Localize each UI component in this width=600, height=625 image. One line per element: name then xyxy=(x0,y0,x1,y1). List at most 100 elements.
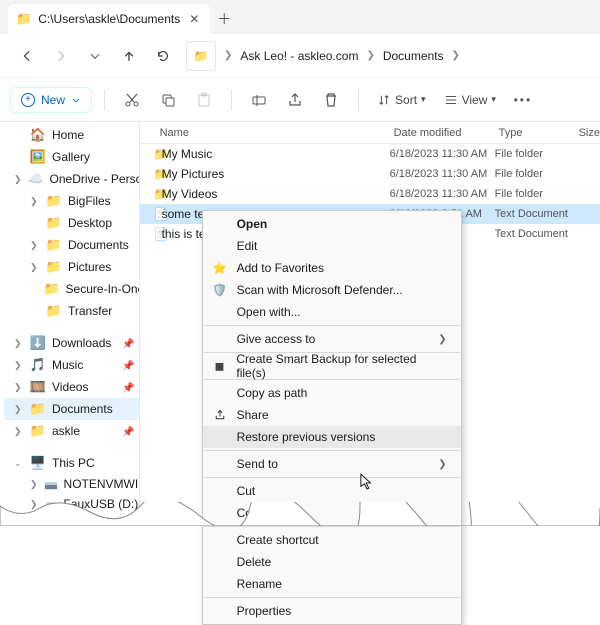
sidebar-item-label: Secure-In-OneDrive xyxy=(66,282,140,296)
sidebar-item[interactable]: ❯ 📁 Documents xyxy=(4,234,139,256)
column-name[interactable]: Name xyxy=(140,127,390,139)
cut-button[interactable] xyxy=(117,85,147,115)
sidebar-item[interactable]: ❯ 📁 Pictures xyxy=(4,256,139,278)
new-tab-button[interactable]: ＋ xyxy=(210,4,238,34)
breadcrumb-segment[interactable]: Documents xyxy=(381,45,446,67)
sidebar-item[interactable]: ❯ ⬇️ Downloads 📌 xyxy=(4,332,139,354)
chevron-right-icon: ❯ xyxy=(30,262,40,273)
sidebar-item-label: Music xyxy=(52,358,83,372)
delete-button[interactable] xyxy=(316,85,346,115)
context-menu-item[interactable]: Edit xyxy=(203,235,461,257)
chevron-right-icon: ❯ xyxy=(14,360,24,371)
sidebar-item[interactable]: ❯ FauxUSB (D:) xyxy=(4,494,139,514)
chevron-right-icon: ❯ xyxy=(30,196,40,207)
sidebar-item[interactable]: ❯ 📁 Desktop xyxy=(4,212,139,234)
context-menu-label: Cut xyxy=(237,484,256,498)
context-menu-item[interactable]: Copy as path xyxy=(203,382,461,404)
sidebar-item-label: NOTENVMWIN11P02 (C:) xyxy=(64,477,140,491)
chevron-down-icon: ⌄ xyxy=(14,458,24,469)
share-button[interactable] xyxy=(280,85,310,115)
context-menu-label: Properties xyxy=(237,604,292,618)
navigation-pane[interactable]: ❯ 🏠 Home ❯ 🖼️ Gallery ❯ ☁️ OneDrive - Pe… xyxy=(0,122,140,518)
table-row[interactable]: 📁 My Music 6/18/2023 11:30 AM File folde… xyxy=(140,144,600,164)
context-menu-label: Edit xyxy=(237,239,258,253)
breadcrumb-segment[interactable]: Ask Leo! - askleo.com xyxy=(238,45,360,67)
refresh-button[interactable] xyxy=(148,41,178,71)
chevron-down-icon: ▾ xyxy=(421,94,426,105)
context-menu-label: Restore previous versions xyxy=(237,430,376,444)
tab-bar: 📁 C:\Users\askle\Documents ✕ ＋ xyxy=(0,0,600,34)
sidebar-item-label: BigFiles xyxy=(68,194,111,208)
context-menu-item[interactable]: Delete xyxy=(203,551,461,573)
file-type: File folder xyxy=(495,168,585,180)
file-date: 6/18/2023 11:30 AM xyxy=(390,168,495,180)
paste-button[interactable] xyxy=(189,85,219,115)
sidebar-item[interactable]: ❯ 🏠 Home xyxy=(4,124,139,146)
chevron-right-icon: ❯ xyxy=(14,404,24,415)
view-button[interactable]: View ▾ xyxy=(438,93,502,107)
sidebar-item[interactable]: ❯ 🎵 Music 📌 xyxy=(4,354,139,376)
window-tab[interactable]: 📁 C:\Users\askle\Documents ✕ xyxy=(8,4,210,34)
sidebar-item-label: Videos xyxy=(52,380,88,394)
context-menu-item[interactable]: Send to ❯ xyxy=(203,453,461,475)
rename-button[interactable] xyxy=(244,85,274,115)
sidebar-item[interactable]: ❯ 📁 Secure-In-OneDrive xyxy=(4,278,139,300)
column-type[interactable]: Type xyxy=(495,127,575,139)
sidebar-item[interactable]: ❯ 📁 BigFiles xyxy=(4,190,139,212)
sidebar-item[interactable]: ❯ 📁 askle 📌 xyxy=(4,420,139,442)
breadcrumb: 📁 ❯ Ask Leo! - askleo.com ❯ Documents ❯ xyxy=(186,41,462,71)
table-row[interactable]: 📁 My Videos 6/18/2023 11:30 AM File fold… xyxy=(140,184,600,204)
column-date[interactable]: Date modified xyxy=(390,127,495,139)
sidebar-item[interactable]: ❯ 📁 Transfer xyxy=(4,300,139,322)
file-name: My Videos xyxy=(160,187,390,201)
chevron-right-icon: ❯ xyxy=(30,240,40,251)
new-button[interactable]: + New xyxy=(10,87,92,113)
copy-button[interactable] xyxy=(153,85,183,115)
context-menu-item[interactable]: Share xyxy=(203,404,461,426)
context-menu-item[interactable]: Properties xyxy=(203,600,461,622)
sidebar-item-this-pc[interactable]: ⌄ 🖥️ This PC xyxy=(4,452,139,474)
sidebar-item[interactable]: ❯ 🖼️ Gallery xyxy=(4,146,139,168)
context-menu-item[interactable]: Open with... xyxy=(203,301,461,323)
recent-locations-button[interactable] xyxy=(80,41,110,71)
sidebar-item-label: Transfer xyxy=(68,304,112,318)
back-button[interactable] xyxy=(12,41,42,71)
sort-button[interactable]: Sort ▾ xyxy=(371,93,432,107)
up-button[interactable] xyxy=(114,41,144,71)
context-menu-item[interactable]: Create shortcut xyxy=(203,529,461,551)
context-menu-item[interactable]: 🛡️ Scan with Microsoft Defender... xyxy=(203,279,461,301)
sidebar-item[interactable]: ❯ DVD Drive (E:) xyxy=(4,514,139,518)
sidebar-item[interactable]: ❯ 🎞️ Videos 📌 xyxy=(4,376,139,398)
file-type: File folder xyxy=(495,188,585,200)
sidebar-item[interactable]: ❯ NOTENVMWIN11P02 (C:) xyxy=(4,474,139,494)
table-row[interactable]: 📁 My Pictures 6/18/2023 11:30 AM File fo… xyxy=(140,164,600,184)
forward-button[interactable] xyxy=(46,41,76,71)
context-menu-item[interactable]: ⭐ Add to Favorites xyxy=(203,257,461,279)
sidebar-item-label: FauxUSB (D:) xyxy=(64,497,139,511)
sidebar-item[interactable]: ❯ 📁 Documents xyxy=(4,398,139,420)
sidebar-item[interactable]: ❯ ☁️ OneDrive - Personal xyxy=(4,168,139,190)
column-size[interactable]: Size xyxy=(575,127,600,139)
sidebar-item-label: Downloads xyxy=(52,336,111,350)
folder-icon: 📁 xyxy=(140,167,160,181)
context-menu-item[interactable]: ◼ Create Smart Backup for selected file(… xyxy=(203,355,461,377)
close-tab-button[interactable]: ✕ xyxy=(186,11,202,27)
pin-icon: 📌 xyxy=(122,358,134,372)
context-menu-item[interactable]: Restore previous versions xyxy=(203,426,461,448)
context-menu-item[interactable]: Cut xyxy=(203,480,461,502)
context-menu-item[interactable]: Give access to ❯ xyxy=(203,328,461,350)
more-options-button[interactable]: ••• xyxy=(508,85,538,115)
context-menu-item[interactable]: Rename xyxy=(203,573,461,595)
chevron-right-icon: ❯ xyxy=(14,174,22,185)
view-label: View xyxy=(462,93,488,107)
context-menu-item[interactable]: Open xyxy=(203,213,461,235)
command-bar: + New Sort ▾ View ▾ ••• xyxy=(0,78,600,122)
context-menu-label: Share xyxy=(237,408,269,422)
sidebar-item-label: Gallery xyxy=(52,150,90,164)
folder-icon: 📁 xyxy=(30,423,46,439)
context-menu-item[interactable]: Copy xyxy=(203,502,461,524)
address-root-icon[interactable]: 📁 xyxy=(186,41,216,71)
video-icon: 🎞️ xyxy=(30,379,46,395)
chevron-right-icon: ❯ xyxy=(450,50,462,61)
context-menu-label: Copy as path xyxy=(237,386,308,400)
